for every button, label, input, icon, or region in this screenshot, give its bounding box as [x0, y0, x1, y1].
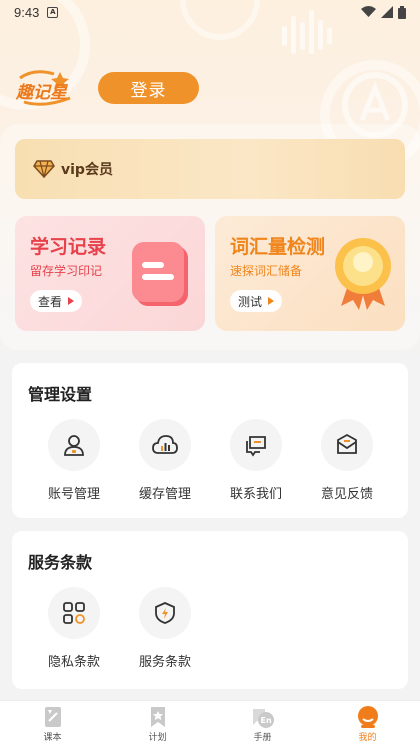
terms-title: 服务条款 — [28, 553, 93, 572]
management-section: 管理设置 账号管理 缓存管理 联系我们 意见反馈 — [12, 363, 408, 518]
tab-manual[interactable]: En 手册 — [210, 701, 315, 746]
feedback-label: 意见反馈 — [320, 487, 373, 502]
contact-us-label: 联系我们 — [229, 487, 282, 502]
profile-header: 趣记星 登录 — [14, 68, 199, 108]
vip-label: vip会员 — [61, 162, 113, 178]
battery-icon — [398, 5, 406, 19]
vocab-test-subtitle: 速探词汇储备 — [230, 264, 303, 278]
account-management-label: 账号管理 — [47, 487, 100, 502]
tab-mine-label: 我的 — [358, 733, 377, 743]
tab-plan-label: 计划 — [148, 733, 167, 743]
account-management-item[interactable]: 账号管理 — [34, 419, 114, 502]
chat-icon — [246, 436, 266, 457]
view-button-label: 查看 — [38, 294, 63, 309]
signal-icon — [381, 6, 393, 18]
notification-icon: A — [47, 6, 59, 18]
management-title: 管理设置 — [28, 385, 93, 404]
privacy-terms-item[interactable]: 隐私条款 — [34, 587, 114, 670]
tab-mine[interactable]: 我的 — [315, 701, 420, 746]
vocab-test-card[interactable]: 词汇量检测 速探词汇储备 测试 — [215, 216, 405, 331]
tab-plan[interactable]: 计划 — [105, 701, 210, 746]
service-icon-circle — [139, 587, 191, 639]
view-button[interactable]: 查看 — [30, 290, 83, 312]
feedback-icon-circle — [321, 419, 373, 471]
privacy-terms-label: 隐私条款 — [47, 655, 100, 670]
play-arrow-icon — [68, 297, 75, 305]
tab-manual-label: 手册 — [253, 733, 272, 743]
play-arrow-icon — [268, 297, 275, 305]
cache-management-label: 缓存管理 — [138, 487, 191, 502]
study-record-title: 学习记录 — [30, 236, 107, 258]
bottom-tab-bar: 课本 计划 En 手册 我的 — [0, 700, 420, 746]
feedback-item[interactable]: 意见反馈 — [307, 419, 387, 502]
shield-icon — [155, 602, 175, 624]
status-indicators — [361, 5, 406, 19]
record-book-icon — [132, 242, 188, 306]
vip-banner[interactable]: vip会员 — [15, 139, 405, 199]
manual-en-icon: En — [252, 709, 274, 728]
app-logo: 趣记星 — [14, 68, 76, 108]
grid-icon — [63, 602, 85, 624]
contact-us-item[interactable]: 联系我们 — [216, 419, 296, 502]
service-terms-item[interactable]: 服务条款 — [125, 587, 205, 670]
medal-icon — [335, 238, 391, 310]
profile-icon — [357, 706, 378, 728]
study-record-subtitle: 留存学习印记 — [30, 264, 103, 278]
vocab-test-title: 词汇量检测 — [230, 236, 326, 258]
mail-icon — [337, 433, 357, 454]
test-button-label: 测试 — [238, 294, 263, 309]
bookmark-star-icon — [150, 707, 165, 727]
terms-section: 服务条款 隐私条款 服务条款 — [12, 531, 408, 689]
study-record-card[interactable]: 学习记录 留存学习印记 查看 — [15, 216, 205, 331]
tab-textbook-label: 课本 — [43, 733, 62, 743]
service-terms-label: 服务条款 — [138, 655, 191, 670]
wifi-icon — [361, 6, 376, 17]
cloud-chart-icon — [152, 435, 178, 454]
cache-management-item[interactable]: 缓存管理 — [125, 419, 205, 502]
svg-text:En: En — [260, 716, 271, 725]
tab-textbook[interactable]: 课本 — [0, 701, 105, 746]
user-icon — [64, 435, 84, 456]
cache-icon-circle — [139, 419, 191, 471]
status-bar: 9:43 A — [0, 0, 420, 24]
login-button[interactable]: 登录 — [98, 72, 199, 104]
svg-text:趣记星: 趣记星 — [15, 83, 69, 103]
account-icon-circle — [48, 419, 100, 471]
book-icon — [44, 707, 61, 727]
test-button[interactable]: 测试 — [230, 290, 283, 312]
diamond-icon — [33, 160, 55, 178]
contact-icon-circle — [230, 419, 282, 471]
status-time: 9:43 — [14, 4, 40, 20]
privacy-icon-circle — [48, 587, 100, 639]
